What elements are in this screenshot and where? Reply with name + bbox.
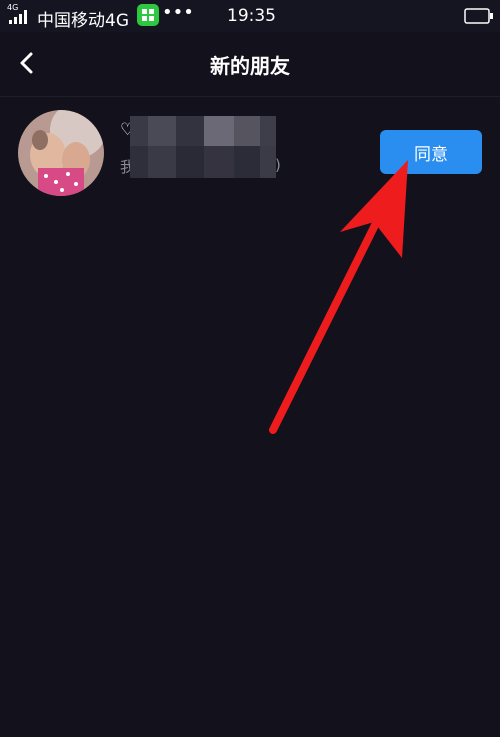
divider — [0, 96, 500, 97]
avatar-photo — [18, 110, 104, 196]
avatar[interactable] — [18, 110, 104, 196]
signal-bars-icon — [9, 10, 27, 24]
carrier-name: 中国移动4G — [37, 11, 129, 31]
page-title: 新的朋友 — [210, 54, 290, 78]
battery-icon — [464, 8, 493, 24]
more-dots-icon: ••• — [162, 2, 194, 23]
accept-button[interactable]: 同意 — [380, 130, 482, 174]
clock-time: 19:35 — [227, 6, 276, 26]
pixelated-redaction — [130, 116, 276, 178]
friend-request-row[interactable]: ♡ 我 ) 同意 — [0, 100, 500, 210]
status-bar: 4G 中国移动4G ••• 19:35 — [0, 0, 500, 32]
app-grid-icon — [137, 4, 159, 26]
nav-bar: 新的朋友 — [0, 32, 500, 96]
